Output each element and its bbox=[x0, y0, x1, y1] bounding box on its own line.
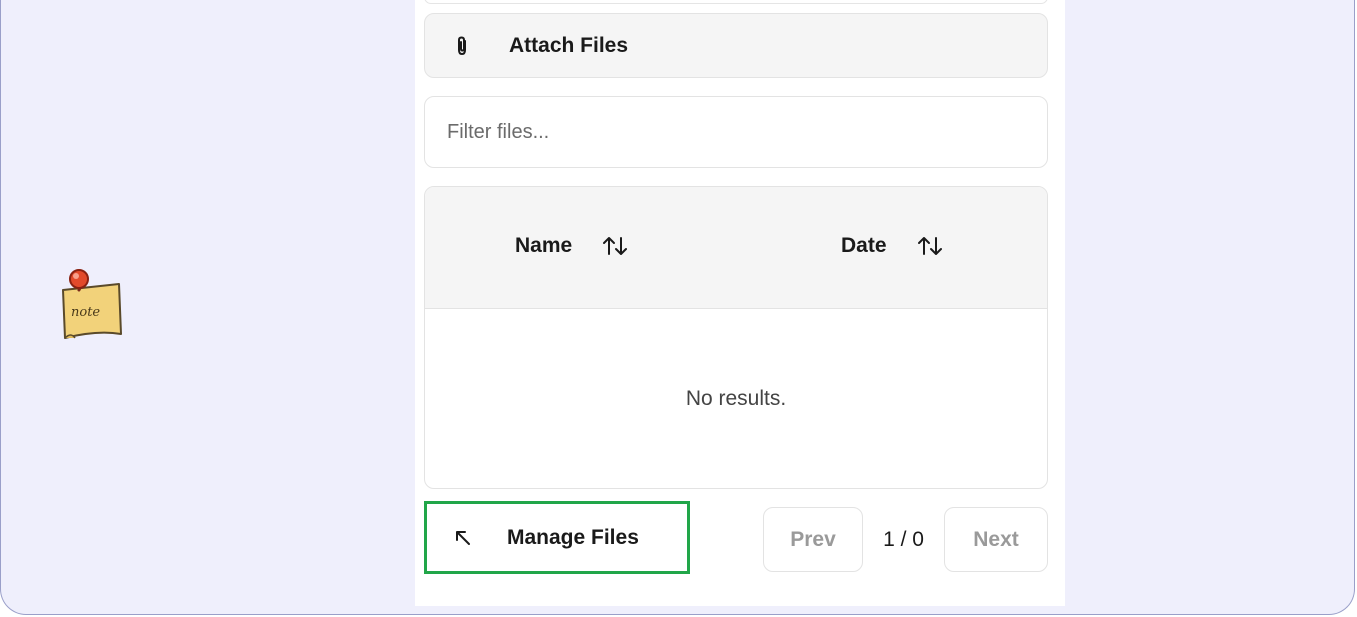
prev-page-button[interactable]: Prev bbox=[763, 507, 863, 572]
column-label-name: Name bbox=[515, 234, 573, 257]
previous-item-edge bbox=[424, 0, 1048, 4]
sort-arrows-icon bbox=[603, 237, 628, 255]
file-panel: Attach Files Name Date bbox=[415, 0, 1065, 606]
paperclip-icon bbox=[451, 35, 473, 57]
next-page-button[interactable]: Next bbox=[944, 507, 1048, 572]
page-indicator: 1 / 0 bbox=[883, 527, 924, 551]
sort-arrows-icon bbox=[917, 237, 942, 255]
empty-results-message: No results. bbox=[685, 387, 787, 410]
column-header-name[interactable]: Name bbox=[515, 234, 630, 258]
column-header-date[interactable]: Date bbox=[841, 234, 945, 258]
arrow-up-left-icon bbox=[456, 530, 470, 545]
app-frame: note Attach Files Name bbox=[0, 0, 1355, 615]
table-header: Name Date bbox=[425, 187, 1047, 309]
attach-files-label: Attach Files bbox=[509, 33, 629, 57]
files-table: Name Date No results. bbox=[424, 186, 1048, 489]
manage-files-button[interactable]: Manage Files bbox=[424, 501, 690, 574]
manage-files-label: Manage Files bbox=[507, 525, 639, 549]
note-sticker-icon[interactable]: note bbox=[57, 268, 125, 344]
attach-files-button[interactable]: Attach Files bbox=[424, 13, 1048, 78]
sticker-text: note bbox=[71, 305, 100, 320]
filter-files-input[interactable] bbox=[424, 96, 1048, 168]
column-label-date: Date bbox=[841, 234, 887, 257]
